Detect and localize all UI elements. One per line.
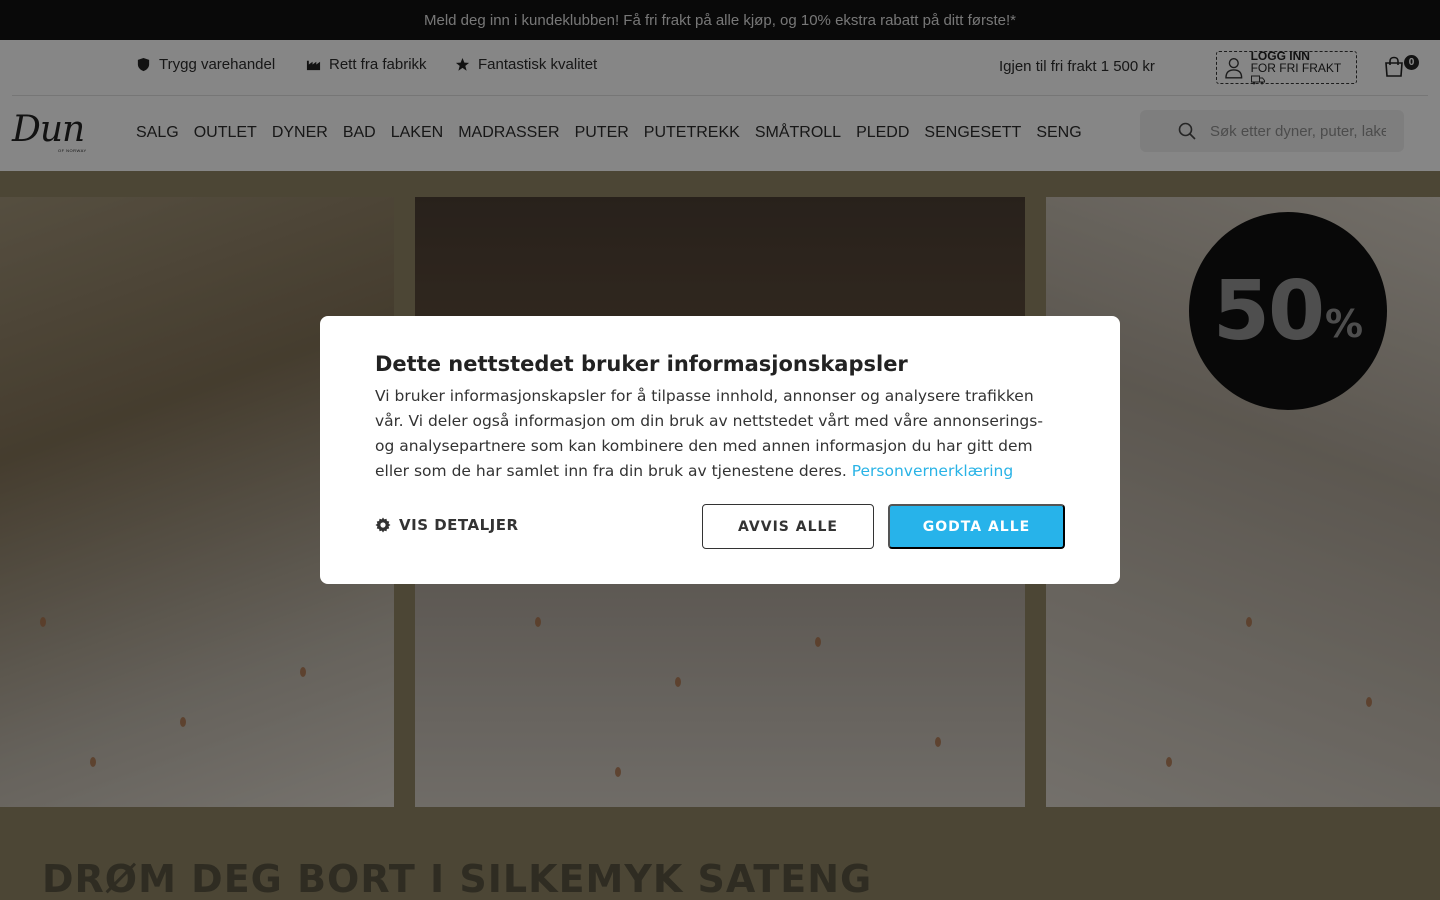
cookie-dialog-body: Vi bruker informasjonskapsler for å tilp… (375, 384, 1065, 484)
reject-all-button[interactable]: AVVIS ALLE (702, 504, 874, 549)
show-details-label: VIS DETALJER (399, 516, 519, 534)
cookie-dialog-title: Dette nettstedet bruker informasjonskaps… (375, 352, 908, 376)
accept-all-button[interactable]: GODTA ALLE (888, 504, 1065, 549)
cookie-consent-dialog: Dette nettstedet bruker informasjonskaps… (320, 316, 1120, 584)
show-details-button[interactable]: VIS DETALJER (375, 516, 519, 534)
privacy-policy-link[interactable]: Personvernerklæring (852, 462, 1013, 480)
cookie-dialog-actions: VIS DETALJER AVVIS ALLE GODTA ALLE (375, 504, 1065, 549)
gear-icon (375, 517, 391, 533)
